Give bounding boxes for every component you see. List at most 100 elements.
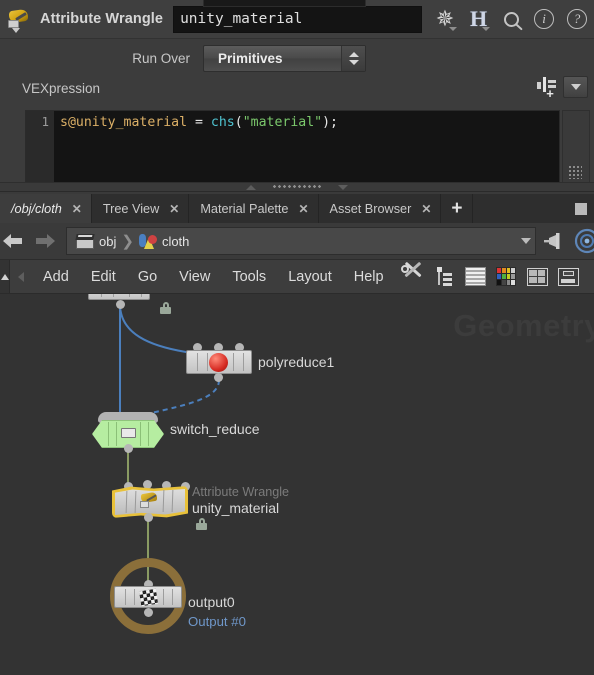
menu-edit[interactable]: Edit [80, 260, 127, 294]
obj-clapperboard-icon [75, 233, 95, 249]
tree-hierarchy-icon[interactable] [432, 264, 457, 289]
tab-bar-spacer [473, 194, 568, 223]
pane-splitter[interactable] [0, 182, 594, 191]
clipped-parameter-field [203, 0, 366, 7]
run-over-spinner[interactable] [341, 46, 365, 71]
tab-obj-cloth[interactable]: /obj/cloth ✕ [0, 194, 92, 223]
network-view-options-icon[interactable] [574, 228, 594, 254]
resize-grip[interactable] [568, 165, 582, 179]
parameter-pane: Attribute Wrangle unity_material ✵ H i ?… [0, 0, 594, 192]
code-token-paren-open: ( [234, 115, 243, 130]
node-input-dot[interactable] [143, 480, 152, 489]
node-label-polyreduce1: polyreduce1 [258, 354, 335, 370]
node-output-dot[interactable] [214, 373, 223, 382]
breadcrumb-label: cloth [161, 233, 190, 249]
breadcrumb-cloth[interactable]: cloth [135, 233, 193, 249]
network-editor[interactable]: Geometry polyreduce1 switch_reduce Attri… [0, 294, 594, 675]
breadcrumb-obj[interactable]: obj [72, 233, 120, 249]
vexpression-tools: + [535, 76, 588, 100]
close-icon[interactable]: ✕ [298, 203, 308, 215]
window-layout-icon[interactable] [556, 264, 581, 289]
menu-help[interactable]: Help [343, 260, 395, 294]
splitter-collapse-down-icon[interactable] [338, 184, 348, 190]
info-icon[interactable]: i [529, 4, 559, 34]
node-output-dot[interactable] [124, 444, 133, 453]
code-token-operator: = [195, 115, 203, 130]
menu-go[interactable]: Go [127, 260, 168, 294]
path-input[interactable]: obj ❯ cloth [66, 227, 536, 255]
pin-icon[interactable] [542, 228, 568, 254]
network-type-watermark: Geometry [453, 308, 594, 343]
close-icon[interactable]: ✕ [72, 203, 82, 215]
houdini-window: Attribute Wrangle unity_material ✵ H i ?… [0, 0, 594, 675]
back-arrow-icon[interactable] [0, 228, 26, 254]
switch-badge [121, 428, 136, 438]
tab-label: /obj/cloth [11, 201, 62, 216]
close-icon[interactable]: ✕ [169, 203, 179, 215]
gear-icon[interactable]: ✵ [430, 4, 460, 34]
tab-label: Material Palette [200, 201, 289, 216]
node-name-value: unity_material [180, 11, 303, 27]
splitter-collapse-up-icon[interactable] [246, 184, 256, 190]
code-token-function: chs [210, 115, 235, 130]
attribute-wrangle-icon [6, 6, 32, 33]
node-output-dot[interactable] [144, 608, 153, 617]
forward-arrow-icon[interactable] [32, 228, 58, 254]
search-icon[interactable] [496, 4, 526, 34]
maximize-pane-button[interactable] [568, 194, 594, 223]
run-over-value: Primitives [218, 51, 283, 66]
breadcrumb-label: obj [99, 233, 117, 249]
menu-view[interactable]: View [168, 260, 221, 294]
close-icon[interactable]: ✕ [421, 203, 431, 215]
node-name-input[interactable]: unity_material [173, 5, 422, 33]
node-type-label: Attribute Wrangle [40, 11, 164, 27]
run-over-dropdown[interactable]: Primitives [203, 45, 366, 72]
network-path-bar: obj ❯ cloth [0, 223, 594, 260]
color-palette-icon[interactable] [494, 264, 519, 289]
vexpression-code-editor[interactable]: 1 s@unity_material = chs("material"); [25, 110, 560, 184]
code-token-string: "material" [242, 115, 323, 130]
grid-layout-icon[interactable] [525, 264, 550, 289]
code-line[interactable]: s@unity_material = chs("material"); [54, 111, 559, 183]
code-token-attribute: s@unity_material [60, 115, 188, 130]
help-icon[interactable]: ? [562, 4, 592, 34]
lock-icon [196, 518, 207, 530]
vexpression-row: VEXpression + [0, 76, 594, 104]
vexpression-menu-button[interactable] [563, 76, 588, 98]
node-label-unity-material: unity_material [192, 500, 280, 516]
menu-scroll-left-icon[interactable] [10, 260, 32, 293]
code-editor-scrollbar[interactable] [562, 110, 590, 184]
wrangle-badge-icon [140, 491, 160, 509]
tab-tree-view[interactable]: Tree View ✕ [91, 194, 190, 223]
splitter-grip-icon[interactable] [272, 184, 322, 190]
add-tab-button[interactable]: + [441, 194, 474, 223]
houdini-h-icon[interactable]: H [463, 4, 493, 34]
node-label-switch-reduce: switch_reduce [170, 421, 260, 437]
node-output-dot[interactable] [144, 513, 153, 522]
node-type-sublabel: Attribute Wrangle [192, 485, 290, 499]
menu-scroll-up-icon[interactable] [0, 260, 10, 293]
tools-icon[interactable] [401, 261, 426, 289]
channel-add-icon[interactable]: + [535, 76, 559, 100]
code-space-2 [203, 115, 211, 130]
vexpression-label: VEXpression [22, 81, 101, 96]
code-space-1 [187, 115, 195, 130]
chevron-down-icon[interactable] [521, 238, 531, 244]
node-output-dot[interactable] [116, 300, 125, 309]
geometry-icon [138, 233, 157, 249]
menu-layout[interactable]: Layout [277, 260, 343, 294]
menu-add[interactable]: Add [32, 260, 80, 294]
polyreduce-sphere-badge [209, 353, 228, 372]
code-line-number: 1 [26, 111, 54, 183]
list-stripes-icon[interactable] [463, 264, 488, 289]
run-over-label: Run Over [132, 50, 190, 66]
network-menu-bar: Add Edit Go View Tools Layout Help [0, 260, 594, 294]
tab-label: Tree View [102, 201, 160, 216]
menu-tools[interactable]: Tools [221, 260, 277, 294]
lock-icon [160, 302, 171, 314]
node-label-output0: output0 [188, 594, 235, 610]
breadcrumb-separator-icon: ❯ [121, 233, 134, 250]
tab-asset-browser[interactable]: Asset Browser ✕ [318, 194, 442, 223]
node-output-index-label: Output #0 [188, 614, 246, 629]
tab-material-palette[interactable]: Material Palette ✕ [189, 194, 319, 223]
